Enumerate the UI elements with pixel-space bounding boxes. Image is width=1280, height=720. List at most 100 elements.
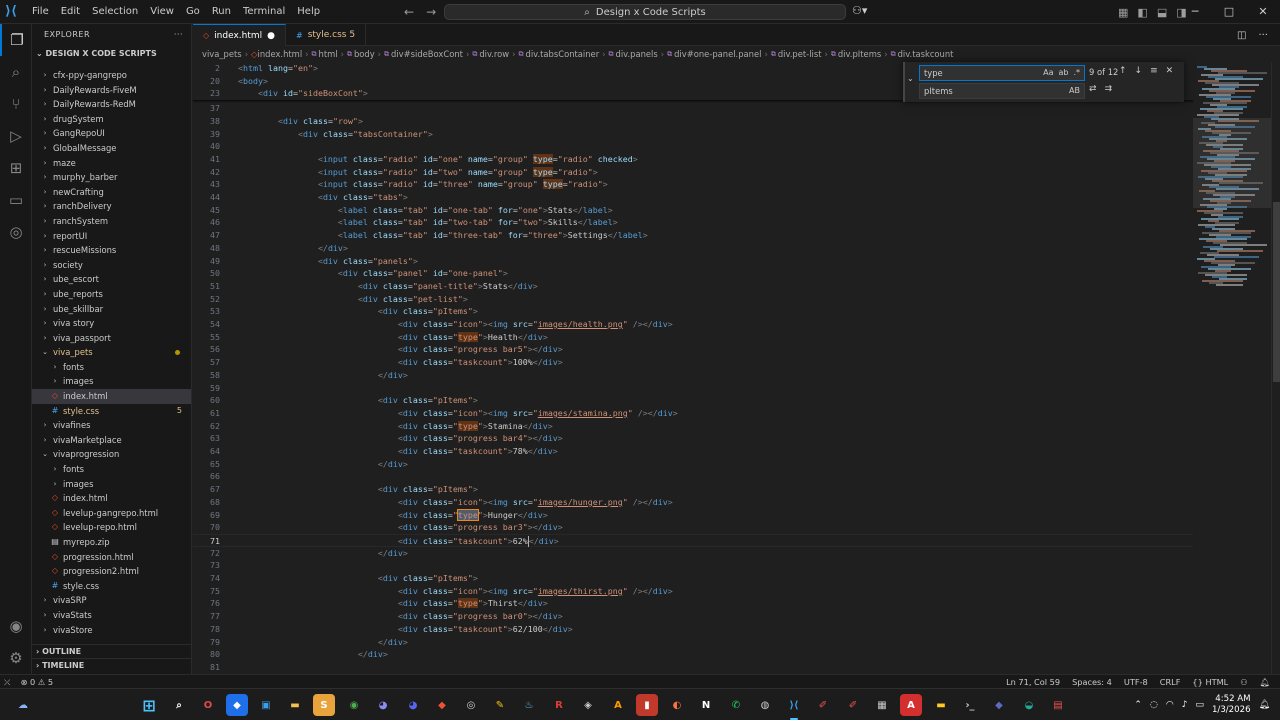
tree-item[interactable]: ◇ index.html bbox=[32, 491, 191, 506]
more-actions-icon[interactable]: ··· bbox=[1258, 30, 1268, 41]
app-icon-red[interactable]: ▮ bbox=[636, 694, 658, 716]
close-find-icon[interactable]: ✕ bbox=[1166, 66, 1174, 76]
tree-item[interactable]: ◇ index.html bbox=[32, 389, 191, 404]
tree-item[interactable]: › cfx-ppy-gangrepo bbox=[32, 68, 191, 83]
code-line[interactable]: 58 </div> bbox=[193, 369, 1193, 382]
media-icon[interactable]: ◐ bbox=[666, 694, 688, 716]
breadcrumb-item[interactable]: body bbox=[354, 49, 375, 59]
folder-app-icon[interactable]: ▬ bbox=[930, 694, 952, 716]
whatsapp-icon[interactable]: ✆ bbox=[725, 694, 747, 716]
code-line[interactable]: 67 <div class="pItems"> bbox=[193, 483, 1193, 496]
language-mode[interactable]: {} HTML bbox=[1192, 677, 1228, 687]
tree-item[interactable]: › images bbox=[32, 477, 191, 492]
code-line[interactable]: 63 <div class="progress bar4"></div> bbox=[193, 432, 1193, 445]
layout-icon[interactable]: ▦ bbox=[1118, 6, 1128, 19]
tree-item[interactable]: › DailyRewards-RedM bbox=[32, 97, 191, 112]
menu-terminal[interactable]: Terminal bbox=[237, 0, 291, 24]
breadcrumb-item[interactable]: div.panels bbox=[616, 49, 658, 59]
tree-item[interactable]: › murphy_barber bbox=[32, 170, 191, 185]
code-line[interactable]: 78 <div class="taskcount">62/100</div> bbox=[193, 623, 1193, 636]
manage-gear-icon[interactable]: ⚙ bbox=[0, 642, 32, 674]
volume-icon[interactable]: ♪ bbox=[1182, 700, 1188, 710]
github-icon[interactable]: ◎ bbox=[0, 216, 32, 248]
tree-item[interactable]: ◇ levelup-gangrepo.html bbox=[32, 506, 191, 521]
tree-item[interactable]: › newCrafting bbox=[32, 185, 191, 200]
toggle-panel-icon[interactable]: ⬓ bbox=[1157, 6, 1167, 19]
toggle-replace-chevron-icon[interactable]: ⌄ bbox=[907, 74, 914, 83]
tree-item[interactable]: ◇ progression.html bbox=[32, 550, 191, 565]
tray-chevron-icon[interactable]: ⌃ bbox=[1134, 700, 1142, 710]
find-in-selection-icon[interactable]: ≡ bbox=[1150, 66, 1158, 76]
tree-item[interactable]: › ranchSystem bbox=[32, 214, 191, 229]
notifications-icon[interactable]: 🔔︎ bbox=[1260, 677, 1270, 688]
epic-icon[interactable]: ◈ bbox=[577, 694, 599, 716]
discord-ptb-icon[interactable]: ◕ bbox=[372, 694, 394, 716]
accounts-icon[interactable]: ◉ bbox=[0, 610, 32, 642]
code-line[interactable]: 80 </div> bbox=[193, 648, 1193, 661]
tree-item[interactable]: › fonts bbox=[32, 360, 191, 375]
breadcrumb-item[interactable]: div.pItems bbox=[838, 49, 881, 59]
start-button-icon[interactable]: ⊞ bbox=[138, 694, 160, 716]
code-line[interactable]: 59 bbox=[193, 382, 1193, 395]
line-endings[interactable]: CRLF bbox=[1160, 677, 1181, 687]
search-view-icon[interactable]: ⌕ bbox=[0, 56, 32, 88]
cursor-position[interactable]: Ln 71, Col 59 bbox=[1006, 677, 1060, 687]
menu-view[interactable]: View bbox=[144, 0, 180, 24]
toggle-sidebar-icon[interactable]: ◧ bbox=[1137, 6, 1147, 19]
tree-item[interactable]: ▤ myrepo.zip bbox=[32, 535, 191, 550]
minimap-viewport[interactable] bbox=[1193, 118, 1271, 208]
code-line[interactable]: 64 <div class="taskcount">78%</div> bbox=[193, 445, 1193, 458]
vertical-scrollbar[interactable] bbox=[1271, 62, 1280, 674]
chrome-icon[interactable]: ◉ bbox=[343, 694, 365, 716]
code-line[interactable]: 66 bbox=[193, 470, 1193, 483]
adobe-icon[interactable]: A bbox=[900, 694, 922, 716]
code-line[interactable]: 50 <div class="panel" id="one-panel"> bbox=[193, 267, 1193, 280]
run-debug-icon[interactable]: ▷ bbox=[0, 120, 32, 152]
more-actions-icon[interactable]: ··· bbox=[174, 24, 183, 46]
tree-item[interactable]: ⌄ viva_pets bbox=[32, 345, 191, 360]
previous-match-icon[interactable]: ↑ bbox=[1119, 66, 1127, 76]
tab-index-html[interactable]: ◇ index.html ● bbox=[193, 24, 286, 46]
code-line[interactable]: 53 <div class="pItems"> bbox=[193, 305, 1193, 318]
code-line[interactable]: 49 <div class="panels"> bbox=[193, 255, 1193, 268]
breadcrumb-item[interactable]: viva_pets bbox=[202, 49, 242, 59]
menu-selection[interactable]: Selection bbox=[86, 0, 144, 24]
code-line[interactable]: 46 <label class="tab" id="two-tab" for="… bbox=[193, 216, 1193, 229]
breadcrumb-item[interactable]: div#one-panel.panel bbox=[674, 49, 761, 59]
code-line[interactable]: 71 <div class="taskcount">62%</div> bbox=[193, 533, 1193, 547]
code-line[interactable]: 68 <div class="icon"><img src="images/hu… bbox=[193, 496, 1193, 509]
scrollbar-thumb[interactable] bbox=[1273, 202, 1280, 382]
source-control-icon[interactable]: ⑂ bbox=[0, 88, 32, 120]
search-taskbar-icon[interactable]: ⌕ bbox=[168, 694, 190, 716]
clock[interactable]: 4:52 AM 1/3/2026 bbox=[1212, 694, 1251, 716]
timeline-section[interactable]: › TIMELINE bbox=[32, 658, 191, 672]
code-line[interactable]: 65 </div> bbox=[193, 458, 1193, 471]
explorer-icon[interactable]: ❐ bbox=[0, 24, 32, 56]
code-line[interactable]: 55 <div class="type">Health</div> bbox=[193, 331, 1193, 344]
remote-explorer-icon[interactable]: ▭ bbox=[0, 184, 32, 216]
next-match-icon[interactable]: ↓ bbox=[1135, 66, 1143, 76]
code-line[interactable]: 52 <div class="pet-list"> bbox=[193, 293, 1193, 306]
illustrator-icon[interactable]: A bbox=[607, 694, 629, 716]
tree-item[interactable]: › viva_passport bbox=[32, 331, 191, 346]
code-line[interactable]: 47 <label class="tab" id="three-tab" for… bbox=[193, 229, 1193, 242]
code-line[interactable]: 76 <div class="type">Thirst</div> bbox=[193, 597, 1193, 610]
code-line[interactable]: 42 <input class="radio" id="two" name="g… bbox=[193, 166, 1193, 179]
rockstar-icon[interactable]: R bbox=[548, 694, 570, 716]
tree-item[interactable]: › ube_escort bbox=[32, 272, 191, 287]
breadcrumb-item[interactable]: div.taskcount bbox=[898, 49, 954, 59]
notification-bell-icon[interactable]: 🔔︎ bbox=[1259, 700, 1270, 710]
extensions-icon[interactable]: ⊞ bbox=[0, 152, 32, 184]
find-input[interactable]: type Aa ab .* bbox=[919, 65, 1085, 81]
widgets-icon[interactable]: ☁ bbox=[12, 694, 34, 716]
app-icon-blue[interactable]: ◆ bbox=[988, 694, 1010, 716]
replace-input[interactable]: pItems AB bbox=[919, 83, 1085, 99]
close-window-icon[interactable]: ✕ bbox=[1246, 0, 1280, 24]
recorder-icon[interactable]: ◍ bbox=[754, 694, 776, 716]
tree-item[interactable]: › vivafines bbox=[32, 418, 191, 433]
tree-item[interactable]: › GlobalMessage bbox=[32, 141, 191, 156]
tree-item[interactable]: › ube_skillbar bbox=[32, 302, 191, 317]
tree-item[interactable]: › society bbox=[32, 258, 191, 273]
code-line[interactable]: 70 <div class="progress bar3"></div> bbox=[193, 521, 1193, 534]
code-line[interactable]: 45 <label class="tab" id="one-tab" for="… bbox=[193, 204, 1193, 217]
